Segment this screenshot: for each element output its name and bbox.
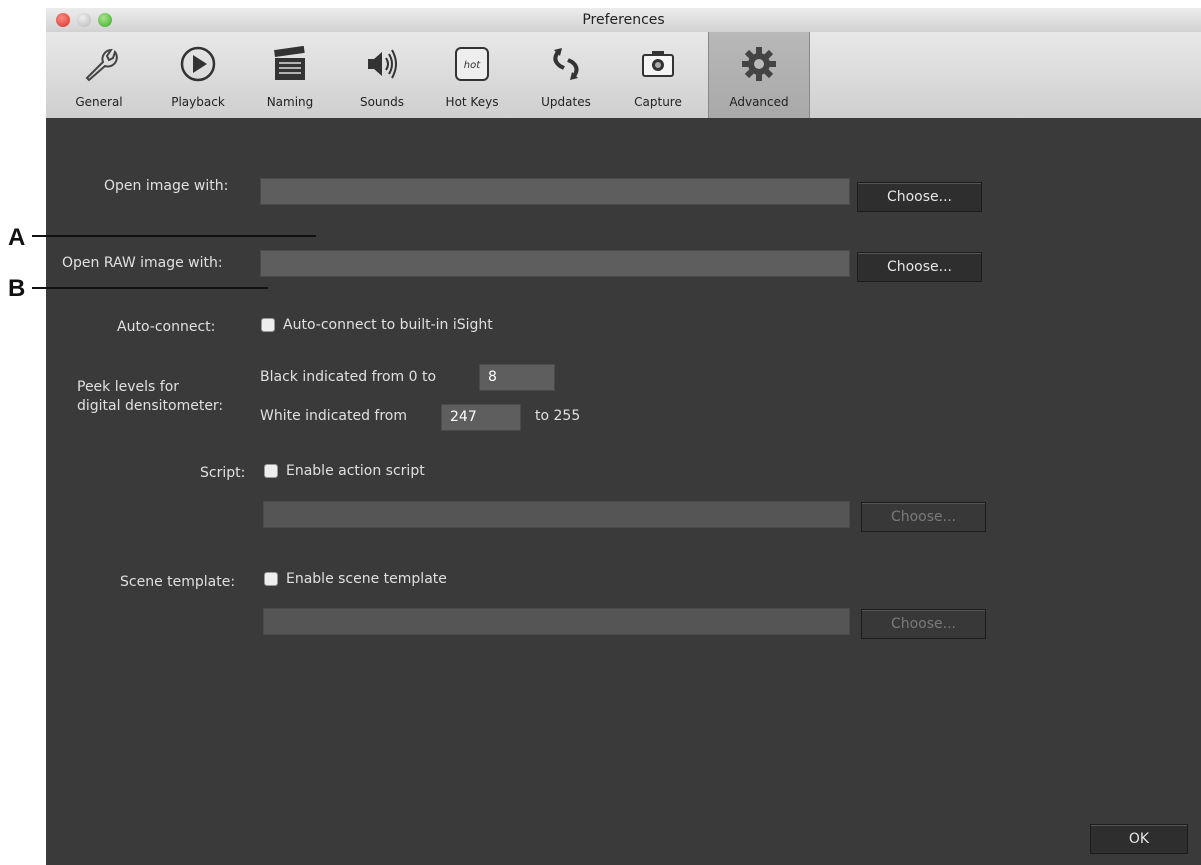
tab-label: Sounds [359,95,405,109]
annotation-label-b: B [8,275,26,302]
zoom-window-button[interactable] [98,13,112,27]
scene-template-choose-button[interactable]: Choose... [861,609,986,639]
black-level-input[interactable]: 8 [479,364,555,391]
play-icon [180,46,216,82]
tab-label: General [75,95,123,109]
close-window-button[interactable] [56,13,70,27]
preferences-toolbar: General Playback Naming Sounds hot Hot K… [46,32,1201,119]
tab-label: Hot Keys [445,95,499,109]
annotation-line-a [32,235,316,237]
peek-levels-label-line2: digital densitometer: [77,398,224,414]
open-raw-image-field[interactable] [260,250,850,277]
preferences-window: Preferences General Playback Naming Soun… [46,8,1201,865]
open-image-field[interactable] [260,178,850,205]
open-image-choose-button[interactable]: Choose... [857,182,982,212]
tab-updates[interactable]: Updates [520,32,612,118]
enable-scene-template-checkbox[interactable] [264,572,278,586]
hotkeys-icon: hot [455,47,489,81]
peek-levels-label-line1: Peek levels for [77,379,180,395]
tab-hot-keys[interactable]: hot Hot Keys [426,32,518,118]
tab-label: Capture [634,95,682,109]
updates-icon [553,48,579,80]
tab-naming[interactable]: Naming [244,32,336,118]
minimize-window-button[interactable] [77,13,91,27]
auto-connect-label: Auto-connect: [117,319,216,335]
annotation-label-a: A [8,224,26,251]
wrench-icon [85,48,118,82]
auto-connect-checkbox-label: Auto-connect to built-in iSight [283,317,493,333]
white-level-label: White indicated from [260,408,407,424]
camera-icon [642,51,674,77]
clapperboard-icon [274,45,305,80]
advanced-pane: Open image with: Choose... Open RAW imag… [46,118,1201,865]
title-bar: Preferences [46,8,1201,32]
tab-capture[interactable]: Capture [612,32,704,118]
auto-connect-checkbox[interactable] [261,318,275,332]
white-level-input[interactable]: 247 [441,404,521,431]
gear-icon [742,47,776,81]
speaker-icon [368,49,397,79]
ok-button[interactable]: OK [1090,824,1188,854]
open-image-label: Open image with: [104,178,229,194]
enable-scene-template-checkbox-label: Enable scene template [286,571,447,587]
tab-playback[interactable]: Playback [152,32,244,118]
tab-label: Updates [541,95,591,109]
enable-script-checkbox[interactable] [264,464,278,478]
tab-advanced[interactable]: Advanced [708,32,810,118]
script-path-field [263,501,850,528]
open-raw-image-label: Open RAW image with: [62,255,223,271]
tab-label: Naming [266,95,314,109]
black-level-label: Black indicated from 0 to [260,369,437,385]
scene-template-path-field [263,608,850,635]
enable-script-checkbox-label: Enable action script [286,463,425,479]
svg-text:hot: hot [464,60,481,71]
tab-general[interactable]: General [53,32,145,118]
scene-template-label: Scene template: [120,574,236,590]
open-raw-image-choose-button[interactable]: Choose... [857,252,982,282]
window-title: Preferences [582,12,665,28]
script-label: Script: [200,465,246,481]
tab-sounds[interactable]: Sounds [336,32,428,118]
tab-label: Advanced [729,95,789,109]
script-choose-button[interactable]: Choose... [861,502,986,532]
annotation-line-b [32,287,268,289]
tab-label: Playback [171,95,225,109]
white-level-suffix: to 255 [535,408,581,424]
